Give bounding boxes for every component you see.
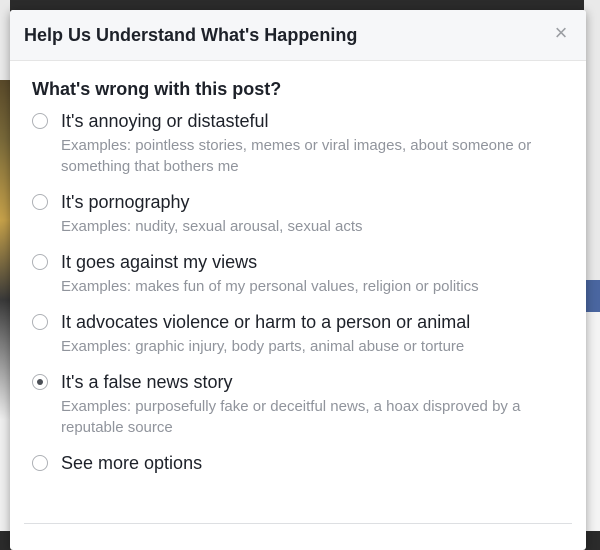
dialog-header: Help Us Understand What's Happening × [10, 10, 586, 61]
option-annoying[interactable]: It's annoying or distasteful Examples: p… [32, 110, 564, 177]
option-label: It goes against my views [61, 252, 258, 272]
radio-annoying[interactable] [32, 113, 48, 129]
radio-pornography[interactable] [32, 194, 48, 210]
dialog-body: What's wrong with this post? It's annoyi… [10, 61, 586, 474]
option-text: It's a false news story Examples: purpos… [61, 371, 564, 438]
option-example: Examples: makes fun of my personal value… [61, 278, 479, 295]
report-dialog: Help Us Understand What's Happening × Wh… [10, 10, 586, 550]
background-left-edge [0, 0, 10, 531]
option-against-views[interactable]: It goes against my views Examples: makes… [32, 251, 564, 297]
option-text: It's pornography Examples: nudity, sexua… [61, 191, 564, 237]
option-see-more[interactable]: See more options [32, 452, 564, 474]
option-label: It's pornography [61, 192, 190, 212]
option-false-news[interactable]: It's a false news story Examples: purpos… [32, 371, 564, 438]
close-icon[interactable]: × [550, 22, 572, 44]
question-heading: What's wrong with this post? [32, 79, 282, 99]
radio-violence[interactable] [32, 314, 48, 330]
radio-against-views[interactable] [32, 254, 48, 270]
dialog-title: Help Us Understand What's Happening [24, 25, 358, 45]
option-example: Examples: pointless stories, memes or vi… [61, 137, 532, 175]
option-pornography[interactable]: It's pornography Examples: nudity, sexua… [32, 191, 564, 237]
footer-divider [24, 523, 572, 524]
option-violence[interactable]: It advocates violence or harm to a perso… [32, 311, 564, 357]
radio-see-more[interactable] [32, 455, 48, 471]
option-text: It advocates violence or harm to a perso… [61, 311, 564, 357]
option-label: It's a false news story [61, 372, 233, 392]
option-label: It's annoying or distasteful [61, 111, 269, 131]
option-example: Examples: nudity, sexual arousal, sexual… [61, 218, 363, 235]
background-right-edge [584, 0, 600, 531]
option-text: It's annoying or distasteful Examples: p… [61, 110, 564, 177]
option-text: It goes against my views Examples: makes… [61, 251, 564, 297]
radio-false-news[interactable] [32, 374, 48, 390]
option-label: See more options [61, 453, 203, 473]
option-example: Examples: graphic injury, body parts, an… [61, 338, 465, 355]
option-label: It advocates violence or harm to a perso… [61, 312, 471, 332]
option-example: Examples: purposefully fake or deceitful… [61, 398, 521, 436]
option-text: See more options [61, 452, 564, 474]
